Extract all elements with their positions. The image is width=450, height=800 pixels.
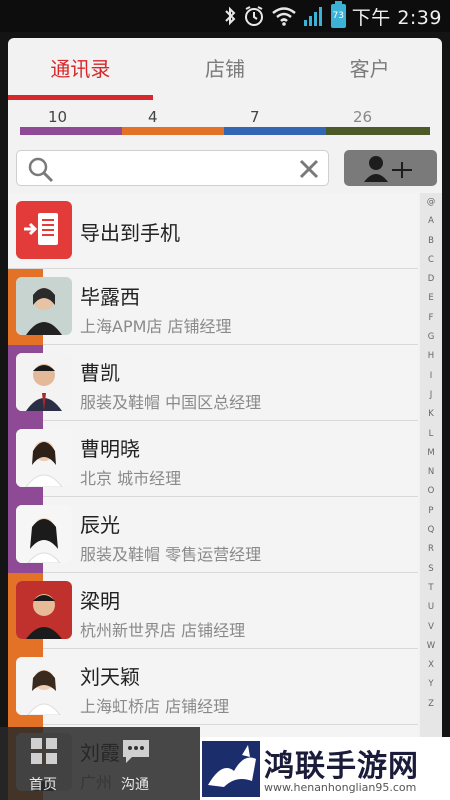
index-letter[interactable]: Q xyxy=(420,521,442,540)
index-letter[interactable]: C xyxy=(420,251,442,270)
avatar xyxy=(16,657,72,715)
count-bar-orange xyxy=(122,127,224,135)
home-icon xyxy=(31,738,57,764)
status-bar: 73 下午 2:39 xyxy=(0,0,450,32)
clear-icon[interactable] xyxy=(298,158,320,180)
chat-icon xyxy=(123,740,149,763)
wifi-icon xyxy=(271,7,296,26)
index-letter[interactable]: O xyxy=(420,482,442,501)
bluetooth-icon xyxy=(225,6,236,26)
avatar xyxy=(16,581,72,639)
list-item[interactable]: 曹明晓 北京 城市经理 xyxy=(8,421,418,497)
index-letter[interactable]: B xyxy=(420,232,442,251)
index-letter[interactable]: Y xyxy=(420,675,442,694)
contact-list: 导出到手机 毕露西 上海APM店 店铺经理 曹凯 服装及鞋帽 中国区总经理 曹明… xyxy=(8,193,418,800)
index-letter[interactable]: T xyxy=(420,579,442,598)
contact-title: 杭州新世界店 店铺经理 xyxy=(80,621,246,640)
index-letter[interactable]: L xyxy=(420,425,442,444)
export-label: 导出到手机 xyxy=(80,221,180,245)
list-item[interactable]: 辰光 服装及鞋帽 零售运营经理 xyxy=(8,497,418,573)
export-phone-icon xyxy=(16,201,72,259)
index-letter[interactable]: S xyxy=(420,560,442,579)
avatar xyxy=(16,429,72,487)
tab-stores[interactable]: 店铺 xyxy=(153,38,298,100)
avatar xyxy=(16,505,72,563)
index-letter[interactable]: W xyxy=(420,637,442,656)
index-letter[interactable]: U xyxy=(420,598,442,617)
contact-name: 曹凯 xyxy=(80,361,120,385)
index-letter[interactable]: G xyxy=(420,328,442,347)
nav-home-label: 首页 xyxy=(29,777,57,793)
list-item[interactable]: 曹凯 服装及鞋帽 中国区总经理 xyxy=(8,345,418,421)
list-item[interactable]: 刘天颖 上海虹桥店 店铺经理 xyxy=(8,649,418,725)
index-letter[interactable]: R xyxy=(420,540,442,559)
add-contact-button[interactable] xyxy=(344,150,437,186)
avatar xyxy=(16,277,72,335)
watermark-text: 鸿联手游网 xyxy=(264,749,419,784)
nav-chat-label: 沟通 xyxy=(121,777,149,793)
count-bar-blue xyxy=(224,127,326,135)
watermark-logo xyxy=(202,741,260,797)
nav-chat[interactable]: 沟通 xyxy=(100,727,170,800)
alarm-icon xyxy=(244,6,263,26)
contact-name: 曹明晓 xyxy=(80,437,140,461)
contact-title: 上海APM店 店铺经理 xyxy=(80,317,232,336)
count-blue[interactable]: 7 xyxy=(250,108,260,126)
search-icon xyxy=(28,157,54,183)
clock: 下午 2:39 xyxy=(351,6,442,29)
count-purple[interactable]: 10 xyxy=(48,108,67,126)
avatar xyxy=(16,353,72,411)
contact-title: 北京 城市经理 xyxy=(80,469,182,488)
tab-customers[interactable]: 客户 xyxy=(297,38,442,100)
alphabet-index[interactable]: @ A B C D E F G H I J K L M N O P Q R S … xyxy=(420,193,442,783)
search-input[interactable] xyxy=(16,150,329,186)
signal-icon xyxy=(303,7,322,26)
index-letter[interactable]: P xyxy=(420,502,442,521)
contact-name: 毕露西 xyxy=(80,285,140,309)
index-letter[interactable]: I xyxy=(420,367,442,386)
list-item[interactable]: 毕露西 上海APM店 店铺经理 xyxy=(8,269,418,345)
index-letter[interactable]: N xyxy=(420,463,442,482)
contact-name: 辰光 xyxy=(80,513,120,537)
category-counts: 10 4 7 26 xyxy=(20,108,430,136)
count-bar-green xyxy=(326,127,430,135)
count-green[interactable]: 26 xyxy=(353,108,372,126)
count-orange[interactable]: 4 xyxy=(148,108,158,126)
battery-icon: 73 xyxy=(330,1,346,28)
nav-home[interactable]: 首页 xyxy=(8,727,78,800)
index-letter[interactable]: K xyxy=(420,405,442,424)
tab-contacts[interactable]: 通讯录 xyxy=(8,38,153,100)
contact-title: 服装及鞋帽 中国区总经理 xyxy=(80,393,262,412)
active-tab-indicator xyxy=(8,95,153,100)
index-letter[interactable]: A xyxy=(420,212,442,231)
search-row xyxy=(16,150,437,186)
contact-name: 梁明 xyxy=(80,589,120,613)
bottom-nav: 首页 沟通 xyxy=(0,727,200,800)
add-contact-icon xyxy=(364,156,412,182)
index-letter[interactable]: F xyxy=(420,309,442,328)
index-letter[interactable]: M xyxy=(420,444,442,463)
index-letter[interactable]: D xyxy=(420,270,442,289)
contact-title: 服装及鞋帽 零售运营经理 xyxy=(80,545,262,564)
index-letter[interactable]: V xyxy=(420,618,442,637)
tab-bar: 通讯录 店铺 客户 xyxy=(8,38,442,100)
export-to-phone-row[interactable]: 导出到手机 xyxy=(8,193,418,269)
count-bar-purple xyxy=(20,127,122,135)
index-letter[interactable]: E xyxy=(420,289,442,308)
watermark: 鸿联手游网 www.henanhonglian95.com xyxy=(200,737,450,800)
index-letter[interactable]: X xyxy=(420,656,442,675)
index-letter[interactable]: @ xyxy=(420,193,442,212)
watermark-url: www.henanhonglian95.com xyxy=(264,781,417,794)
contact-name: 刘天颖 xyxy=(80,665,140,689)
list-item[interactable]: 梁明 杭州新世界店 店铺经理 xyxy=(8,573,418,649)
index-letter[interactable]: J xyxy=(420,386,442,405)
contacts-panel: 通讯录 店铺 客户 10 4 7 26 导出到手机 毕露西 上海APM店 店铺经… xyxy=(8,38,442,800)
index-letter[interactable]: H xyxy=(420,347,442,366)
index-letter[interactable]: Z xyxy=(420,695,442,714)
contact-title: 上海虹桥店 店铺经理 xyxy=(80,697,230,716)
